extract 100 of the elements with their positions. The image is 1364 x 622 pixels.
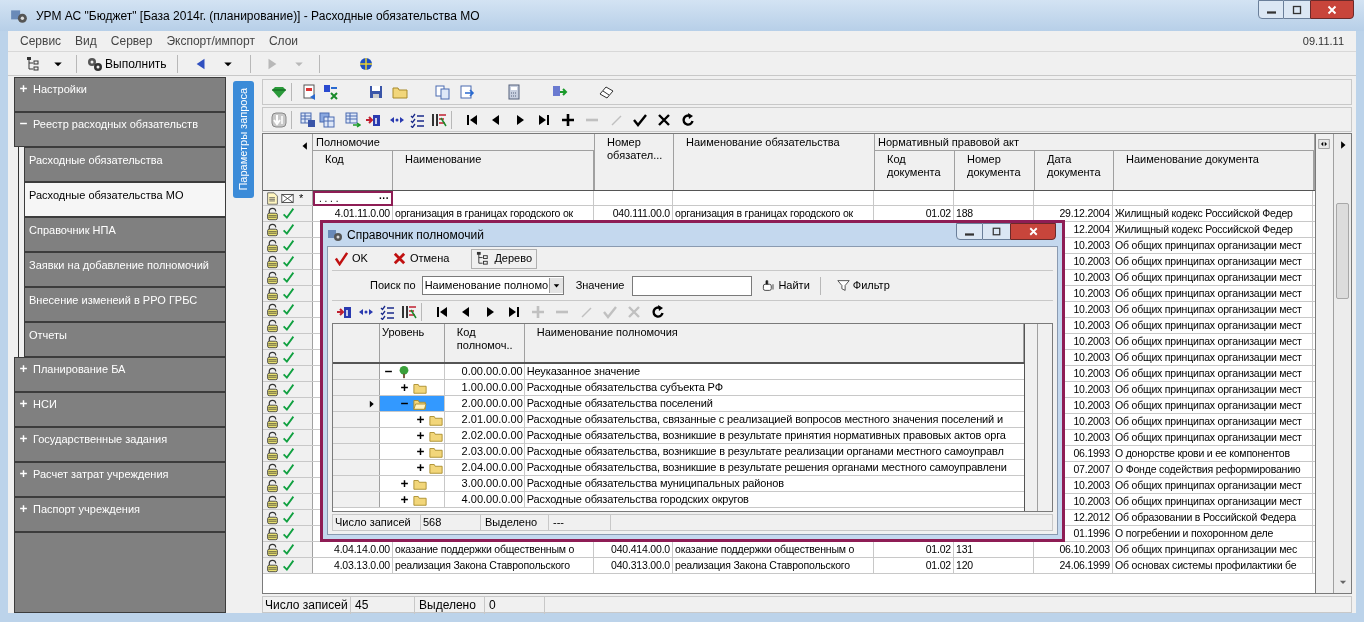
add-icon[interactable] <box>560 111 576 128</box>
code-input-field[interactable]: . . . . ··· <box>313 191 393 206</box>
ok-button[interactable]: OK <box>332 248 370 269</box>
menu-item[interactable]: Сервер <box>110 32 153 50</box>
minimize-button[interactable] <box>956 223 983 240</box>
table-cell: Об общих принципах организации мест <box>1113 238 1313 253</box>
table-cell: 120 <box>954 558 1034 573</box>
menu-item[interactable]: Слои <box>268 32 299 50</box>
status-value: 568 <box>421 514 481 531</box>
first-record-icon[interactable] <box>434 304 450 320</box>
sidebar-subitem[interactable]: Расходные обязательства МО <box>24 182 226 217</box>
find-button[interactable]: Найти <box>760 277 812 294</box>
column-header[interactable]: Наименование обязательства <box>674 134 875 190</box>
refresh-icon[interactable] <box>650 304 666 320</box>
sidebar-item[interactable]: Расчет затрат учреждения <box>14 462 226 497</box>
sidebar-subitem[interactable]: Справочник НПА <box>24 217 226 252</box>
refresh-icon[interactable] <box>680 111 696 128</box>
close-icon[interactable] <box>656 111 672 128</box>
maximize-button[interactable] <box>983 223 1010 240</box>
eraser-icon[interactable] <box>598 84 614 100</box>
columns-icon[interactable] <box>431 111 447 128</box>
column-header[interactable]: Дата документа <box>1035 151 1114 190</box>
menu-item[interactable]: Вид <box>75 32 97 50</box>
checklist-icon[interactable] <box>379 304 395 320</box>
row-header-cell[interactable] <box>333 380 380 395</box>
column-header[interactable]: Код полномоч.. <box>444 324 525 362</box>
sidebar-item[interactable]: Государственные задания <box>14 427 226 462</box>
status-value: 0 <box>485 595 545 614</box>
scroll-left-icon[interactable] <box>300 140 310 152</box>
filter-button[interactable]: Фильтр <box>834 277 892 294</box>
row-header-cell[interactable] <box>333 396 380 411</box>
row-header-cell[interactable] <box>333 476 380 491</box>
sidebar-subitem[interactable]: Заявки на добавление полномочий <box>24 252 226 287</box>
expand-icon[interactable] <box>415 415 425 424</box>
column-group-header[interactable]: Нормативный правовой акт <box>875 134 1314 151</box>
column-header[interactable]: Номер обязател... <box>595 134 674 190</box>
sidebar-subitem[interactable]: Отчеты <box>24 322 226 357</box>
maximize-button[interactable] <box>1284 0 1310 19</box>
copy-icon[interactable] <box>435 84 451 100</box>
expand-icon[interactable] <box>415 447 425 456</box>
report-icon[interactable] <box>302 84 318 100</box>
search-dropdown[interactable]: Наименование полномо <box>421 276 564 295</box>
expand-icon[interactable] <box>399 383 409 392</box>
scroll-arrows-icon[interactable] <box>1317 138 1331 150</box>
number-icon[interactable] <box>336 304 352 320</box>
column-header[interactable]: Наименование <box>393 151 594 190</box>
column-header[interactable]: Уровень <box>379 324 445 362</box>
row-header-cell[interactable] <box>333 428 380 443</box>
save-icon[interactable] <box>368 84 384 100</box>
row-header-cell[interactable] <box>333 364 380 379</box>
table-cell: реализация Закона Ставропольского <box>393 558 594 573</box>
ellipsis-button[interactable]: ··· <box>379 193 389 204</box>
tree-cell[interactable] <box>379 396 445 411</box>
expand-icon[interactable] <box>399 479 409 488</box>
calculator-icon[interactable] <box>506 84 522 100</box>
minimize-button[interactable] <box>1258 0 1284 19</box>
column-group-header[interactable]: Полномочие <box>313 134 594 151</box>
table-cell: 040.313.00.0 <box>594 558 673 573</box>
close-button[interactable] <box>1010 223 1056 240</box>
hierarchy-icon[interactable] <box>26 55 42 72</box>
column-header[interactable]: Номер документа <box>955 151 1035 190</box>
sidebar-item[interactable]: НСИ <box>14 392 226 427</box>
value-input[interactable] <box>632 275 753 296</box>
tree-button[interactable]: Дерево <box>471 248 537 269</box>
row-header-cell[interactable] <box>333 492 380 507</box>
sidebar-item[interactable]: Планирование БА <box>14 357 226 392</box>
gem-icon[interactable] <box>271 84 287 100</box>
table-save-icon[interactable] <box>300 111 316 128</box>
vertical-tab[interactable]: Параметры запроса <box>233 81 254 198</box>
sidebar-subitem[interactable]: Расходные обязательства <box>24 147 226 182</box>
scroll-thumb[interactable] <box>1336 203 1349 299</box>
run-button[interactable]: Выполнить <box>85 53 169 74</box>
paste-icon[interactable] <box>459 84 475 100</box>
menu-item[interactable]: Экспорт/импорт <box>166 32 255 50</box>
column-header[interactable]: Наименование документа <box>1114 151 1314 190</box>
table-copy-icon[interactable] <box>319 111 335 128</box>
scrollbar[interactable] <box>1334 134 1351 593</box>
row-header-cell[interactable] <box>333 444 380 459</box>
expand-icon[interactable] <box>415 463 425 472</box>
row-header-cell[interactable] <box>333 460 380 475</box>
sidebar-item[interactable]: Реестр расходных обязательств <box>14 112 226 147</box>
cancel-button[interactable]: Отмена <box>389 248 452 269</box>
column-header[interactable]: Код <box>313 151 393 190</box>
sidebar-item[interactable]: Настройки <box>14 77 226 112</box>
columns-icon[interactable] <box>401 304 417 320</box>
expand-icon[interactable] <box>399 495 409 504</box>
column-header[interactable]: Наименование полномочия <box>524 324 1024 362</box>
checkmark-icon <box>282 463 295 476</box>
swap-icon[interactable] <box>322 84 338 100</box>
column-header[interactable]: Код документа <box>875 151 955 190</box>
download-icon[interactable] <box>271 111 287 128</box>
close-button[interactable] <box>1310 0 1354 19</box>
sidebar-item[interactable]: Паспорт учреждения <box>14 497 226 532</box>
expand-icon[interactable] <box>415 431 425 440</box>
globe-icon[interactable] <box>357 55 374 72</box>
row-header-cell[interactable] <box>333 412 380 427</box>
menu-item[interactable]: Сервис <box>20 32 62 50</box>
sidebar-subitem[interactable]: Внесение изменеий в РРО ГРБС <box>24 287 226 322</box>
checklist-icon[interactable] <box>409 111 425 128</box>
last-record-icon[interactable] <box>506 304 522 320</box>
